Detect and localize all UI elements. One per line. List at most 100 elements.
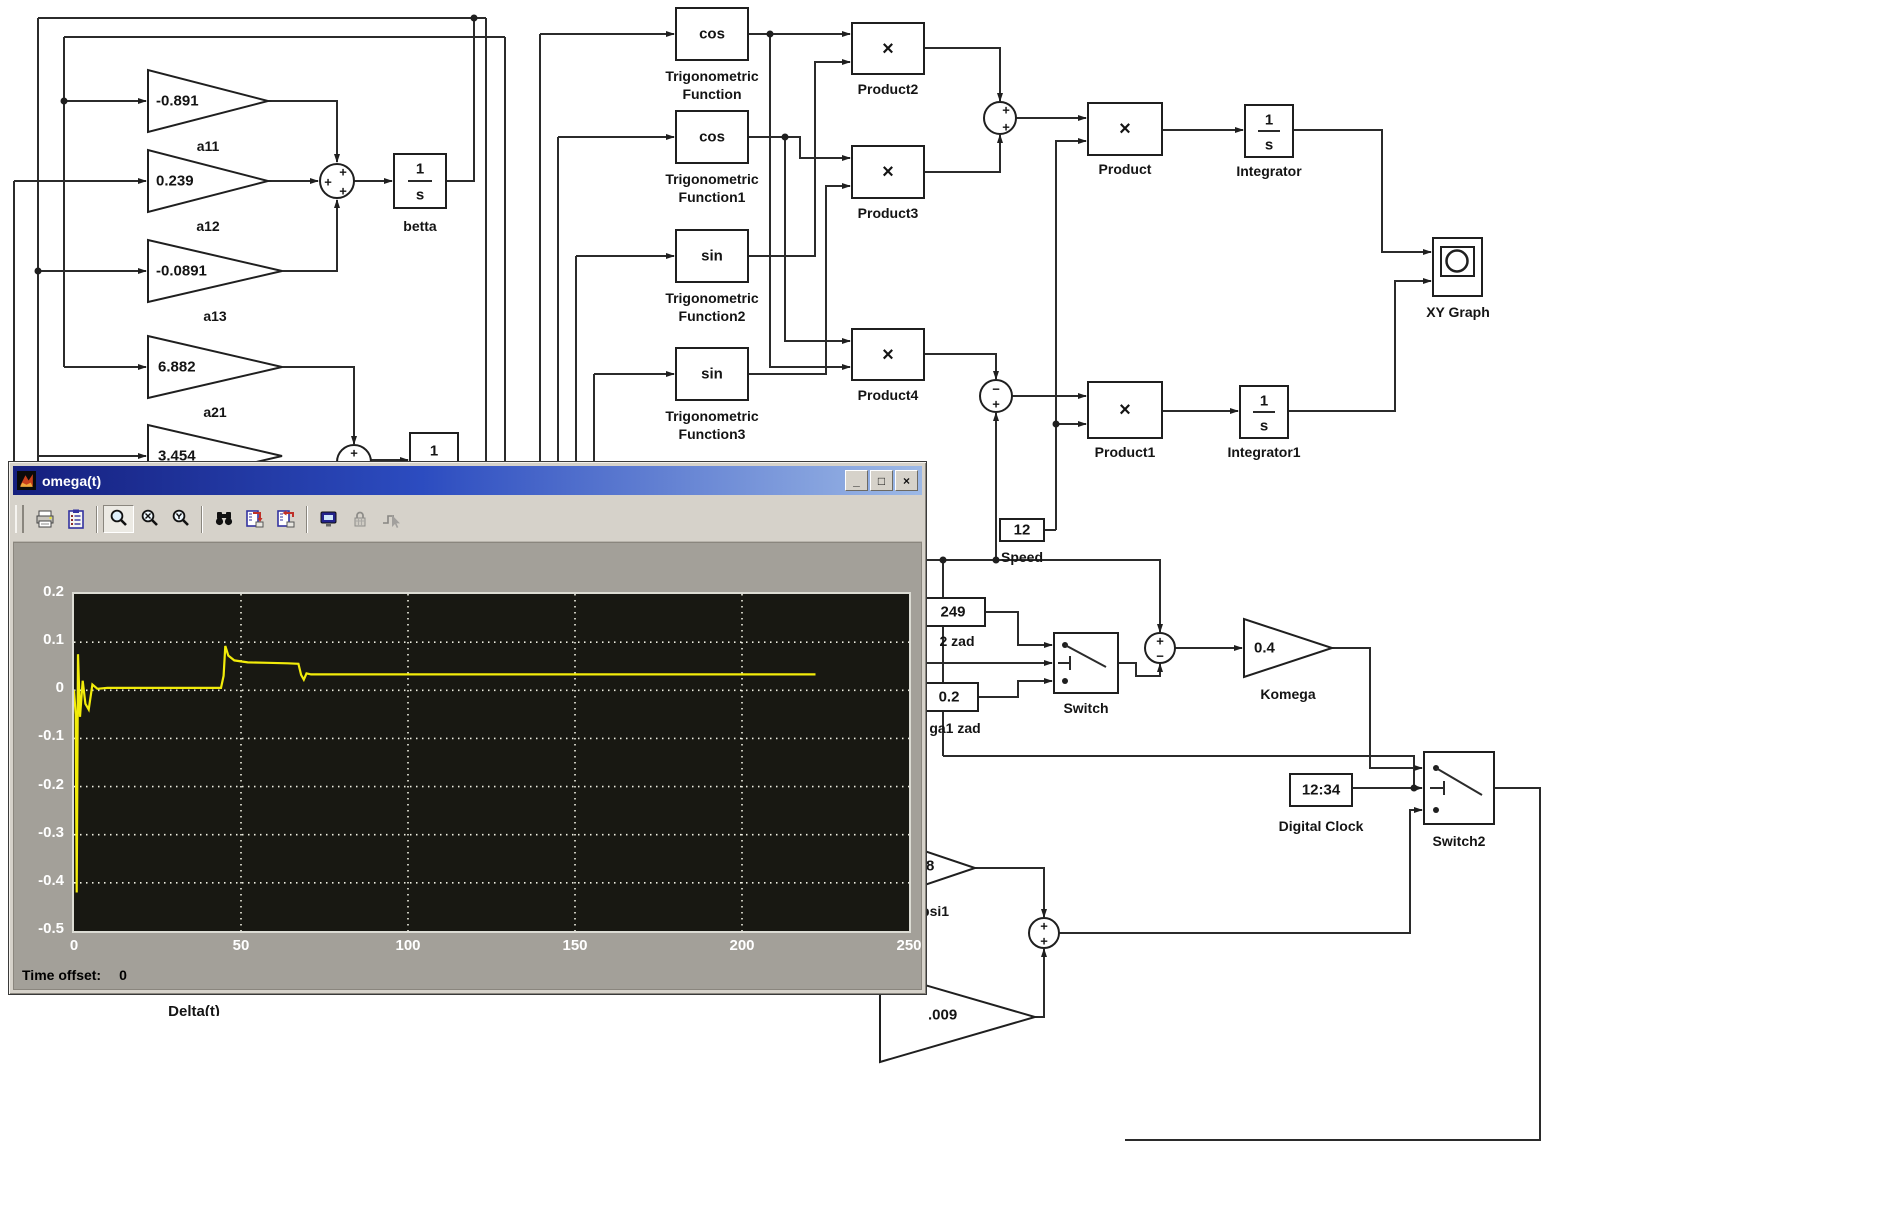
integrator-den: s xyxy=(1265,137,1273,154)
constant-speed-value: 12 xyxy=(1014,522,1031,539)
scope-plot-svg xyxy=(74,594,909,931)
scope-window[interactable]: omega(t) _ □ × xyxy=(8,461,927,995)
zoom-x-button[interactable] xyxy=(134,505,165,533)
digital-clock-block[interactable]: 12:34 Digital Clock xyxy=(1279,774,1364,834)
sum-sign: + xyxy=(992,397,1000,412)
time-offset-label: Time offset: xyxy=(22,967,101,983)
window-title: omega(t) xyxy=(42,473,845,489)
sum-sign: + xyxy=(1002,103,1010,118)
sum-speed-block[interactable]: + − xyxy=(1145,633,1175,664)
gain-a13-block[interactable]: -0.0891 a13 xyxy=(148,240,282,324)
product-block[interactable]: × Product xyxy=(1088,103,1162,177)
signal-selection-button[interactable] xyxy=(375,505,406,533)
gain-a12-label: a12 xyxy=(196,218,220,234)
constant-249-label: 2 zad xyxy=(939,633,974,649)
product-symbol: × xyxy=(882,161,894,183)
zoom-y-button[interactable] xyxy=(165,505,196,533)
simulink-model-canvas: -0.891 a11 0.239 a12 -0.0891 a13 6.882 a… xyxy=(0,0,1890,1216)
lock-axes-button[interactable] xyxy=(344,505,375,533)
gain-a13-label: a13 xyxy=(203,308,227,324)
sum-product-block[interactable]: + + xyxy=(984,102,1016,135)
gain-a12-value: 0.239 xyxy=(156,173,194,190)
switch-block[interactable]: Switch xyxy=(1054,633,1118,716)
gain-a21-block[interactable]: 6.882 a21 xyxy=(148,336,282,420)
sum-sign: + xyxy=(339,184,347,199)
time-offset-row: Time offset: 0 xyxy=(22,967,127,983)
time-offset-value: 0 xyxy=(119,967,127,983)
product2-block[interactable]: × Product2 xyxy=(852,23,924,97)
xy-graph-label: XY Graph xyxy=(1426,304,1490,320)
constant-249-block[interactable]: 249 2 zad xyxy=(920,598,985,649)
integrator-block[interactable]: 1 s Integrator xyxy=(1236,105,1302,179)
switch2-block[interactable]: Switch2 xyxy=(1424,752,1494,849)
switch2-label: Switch2 xyxy=(1433,833,1486,849)
zoom-x-icon xyxy=(139,508,161,530)
trig-function-block[interactable]: cos Trigonometric Function xyxy=(665,8,759,102)
constant-02-block[interactable]: 0.2 ga1 zad xyxy=(920,683,981,736)
x-tick: 250 xyxy=(879,937,939,954)
restore-axes-button[interactable] xyxy=(270,505,301,533)
toolbar-separator xyxy=(96,506,98,533)
integrator-den: s xyxy=(416,187,424,204)
trig-function1-block[interactable]: cos Trigonometric Function1 xyxy=(665,111,759,205)
integrator-label: Integrator xyxy=(1236,163,1302,179)
switch-label: Switch xyxy=(1063,700,1108,716)
zoom-button[interactable] xyxy=(103,505,134,533)
product3-block[interactable]: × Product3 xyxy=(852,146,924,221)
integrator-betta-block[interactable]: 1 s betta xyxy=(394,154,446,234)
xy-graph-block[interactable]: XY Graph xyxy=(1426,238,1490,320)
gain-a11-block[interactable]: -0.891 a11 xyxy=(148,70,268,154)
scope-titlebar[interactable]: omega(t) _ □ × xyxy=(13,466,922,495)
floating-scope-button[interactable] xyxy=(313,505,344,533)
save-axes-button[interactable] xyxy=(239,505,270,533)
digital-clock-label: Digital Clock xyxy=(1279,818,1364,834)
scope-toolbar xyxy=(13,497,922,542)
parameters-button[interactable] xyxy=(60,505,91,533)
sum-product1-block[interactable]: − + xyxy=(980,380,1012,412)
zoom-y-icon xyxy=(170,508,192,530)
constant-249-value: 249 xyxy=(940,604,965,621)
integrator-betta-label: betta xyxy=(403,218,437,234)
gain-a13-value: -0.0891 xyxy=(156,263,207,280)
product-symbol: × xyxy=(1119,399,1131,421)
trig-label-2: Function3 xyxy=(679,426,746,442)
floating-scope-icon xyxy=(318,508,340,530)
sum-sign: + xyxy=(324,175,332,190)
integrator1-label: Integrator1 xyxy=(1227,444,1300,460)
x-tick: 150 xyxy=(545,937,605,954)
product4-label: Product4 xyxy=(858,387,919,403)
trig-function3-block[interactable]: sin Trigonometric Function3 xyxy=(665,348,759,442)
product1-block[interactable]: × Product1 xyxy=(1088,382,1162,460)
y-tick: -0.4 xyxy=(18,872,64,892)
product4-block[interactable]: × Product4 xyxy=(852,329,924,403)
x-tick: 100 xyxy=(378,937,438,954)
y-tick: 0.2 xyxy=(18,583,64,603)
print-button[interactable] xyxy=(29,505,60,533)
toolbar-gripper[interactable] xyxy=(15,505,24,533)
autoscale-button[interactable] xyxy=(208,505,239,533)
y-tick: -0.2 xyxy=(18,776,64,796)
product-symbol: × xyxy=(882,38,894,60)
y-tick: -0.1 xyxy=(18,727,64,747)
sum-sign: + xyxy=(339,165,347,180)
maximize-button[interactable]: □ xyxy=(870,470,893,491)
minimize-button[interactable]: _ xyxy=(845,470,868,491)
x-tick: 0 xyxy=(44,937,104,954)
integrator1-num: 1 xyxy=(1260,393,1268,410)
gain-kpsi1-value: 8 xyxy=(926,858,934,875)
gain-a12-block[interactable]: 0.239 a12 xyxy=(148,150,268,234)
trig-function2-block[interactable]: sin Trigonometric Function2 xyxy=(665,230,759,324)
constant-speed-block[interactable]: 12 Speed xyxy=(1000,519,1044,565)
scope-plot xyxy=(72,592,911,933)
trig-fn: sin xyxy=(701,248,723,265)
integrator1-block[interactable]: 1 s Integrator1 xyxy=(1227,386,1300,460)
sum-betta-block[interactable]: + + + xyxy=(320,164,354,199)
sum-psi-block[interactable]: + + xyxy=(1029,918,1059,949)
trig-fn: sin xyxy=(701,366,723,383)
gain-a21-label: a21 xyxy=(203,404,227,420)
close-button[interactable]: × xyxy=(895,470,918,491)
parameters-clipboard-icon xyxy=(65,508,87,530)
gain-komega-block[interactable]: 0.4 Komega xyxy=(1244,619,1332,702)
binoculars-icon xyxy=(213,508,235,530)
product-label: Product xyxy=(1099,161,1152,177)
